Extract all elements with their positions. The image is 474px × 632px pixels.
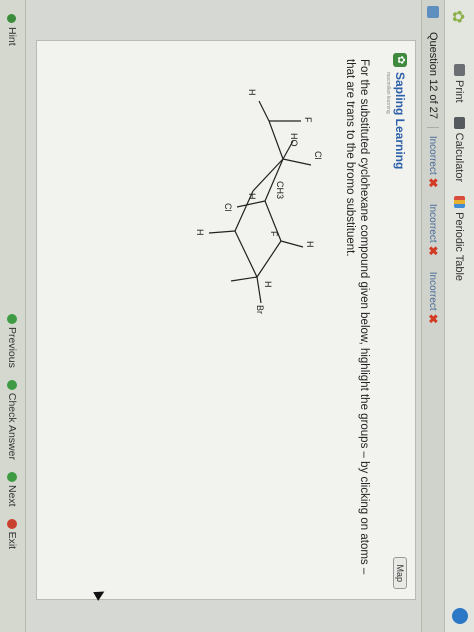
previous-button[interactable]: Previous xyxy=(6,314,18,368)
attempt-label: Incorrect xyxy=(427,271,439,311)
help-icon[interactable] xyxy=(452,608,468,624)
atom-h-br[interactable]: H xyxy=(263,281,273,288)
question-text: For the substituted cyclohexane compound… xyxy=(344,59,370,575)
incorrect-x-icon: ✖ xyxy=(426,177,440,188)
atom-f-mid[interactable]: F xyxy=(269,231,279,237)
ring-bonds xyxy=(208,100,312,304)
atom-ho[interactable]: HO xyxy=(289,133,299,147)
calculator-label: Calculator xyxy=(453,132,466,183)
print-button[interactable]: Print xyxy=(454,64,466,103)
attempt-badge: Incorrect ✖ xyxy=(426,196,440,264)
brand-title: Sapling Learning xyxy=(393,72,407,170)
footer-bar: Hint Previous Check Answer Next Exit xyxy=(0,0,26,632)
question-counter[interactable]: Question 12 of 27 xyxy=(427,24,439,128)
exit-button[interactable]: Exit xyxy=(6,518,18,550)
printer-icon xyxy=(454,64,465,76)
atom-f-top[interactable]: F xyxy=(303,117,313,123)
map-label: Map xyxy=(395,564,405,582)
attempt-label: Incorrect xyxy=(427,135,439,175)
mouse-cursor-icon xyxy=(93,587,107,601)
previous-label: Previous xyxy=(6,327,18,368)
hint-button[interactable]: Hint xyxy=(6,0,18,314)
incorrect-x-icon: ✖ xyxy=(426,313,440,324)
periodic-table-label: Periodic Table xyxy=(453,212,466,282)
arrow-right-icon xyxy=(7,471,17,482)
nav-buttons: Previous Check Answer Next Exit xyxy=(6,314,18,549)
brand-subtitle: macmillan learning xyxy=(385,72,391,114)
map-button[interactable]: Map xyxy=(393,557,407,589)
attempt-badge: Incorrect ✖ xyxy=(426,264,440,332)
brand: ✿ Sapling Learning xyxy=(393,53,407,169)
atom-h-top[interactable]: H xyxy=(247,89,257,96)
periodic-table-button[interactable]: Periodic Table xyxy=(454,196,466,281)
hint-label: Hint xyxy=(6,27,18,46)
calculator-icon xyxy=(454,116,465,129)
calculator-button[interactable]: Calculator xyxy=(453,116,466,183)
hint-icon xyxy=(7,14,17,23)
next-button[interactable]: Next xyxy=(6,471,18,507)
app-logo-icon: ✿ xyxy=(449,10,466,24)
attempt-badge: Incorrect ✖ xyxy=(426,128,440,196)
arrow-left-icon xyxy=(7,314,17,324)
check-label: Check Answer xyxy=(6,392,18,460)
atom-h-mid2[interactable]: H xyxy=(305,241,315,248)
exit-label: Exit xyxy=(6,531,18,550)
atom-cl-left[interactable]: Cl xyxy=(313,151,323,160)
app-window: ✿ Print Calculator Periodic Table Questi… xyxy=(0,0,474,632)
check-icon xyxy=(7,379,17,390)
atom-h-mid1[interactable]: H xyxy=(247,193,257,200)
sapling-logo-icon: ✿ xyxy=(393,53,407,67)
question-bar: Question 12 of 27 Incorrect ✖ Incorrect … xyxy=(421,0,444,632)
print-label: Print xyxy=(453,80,466,103)
toolbar: ✿ Print Calculator Periodic Table xyxy=(444,0,474,632)
atom-ch3[interactable]: CH3 xyxy=(275,181,285,199)
periodic-table-icon xyxy=(454,196,465,209)
cyclohexane-structure: F H HO Cl CH3 H Cl F H H Br H xyxy=(195,89,323,314)
atom-h-right[interactable]: H xyxy=(195,229,205,236)
exit-icon xyxy=(7,518,17,529)
next-label: Next xyxy=(6,484,18,507)
atom-cl-bottom[interactable]: Cl xyxy=(223,203,233,212)
check-answer-button[interactable]: Check Answer xyxy=(6,379,18,460)
question-panel: ✿ Sapling Learning macmillan learning Ma… xyxy=(36,40,416,601)
incorrect-x-icon: ✖ xyxy=(426,245,440,256)
atom-br[interactable]: Br xyxy=(255,305,265,314)
question-list-icon[interactable] xyxy=(427,6,439,18)
attempt-label: Incorrect xyxy=(427,203,439,243)
